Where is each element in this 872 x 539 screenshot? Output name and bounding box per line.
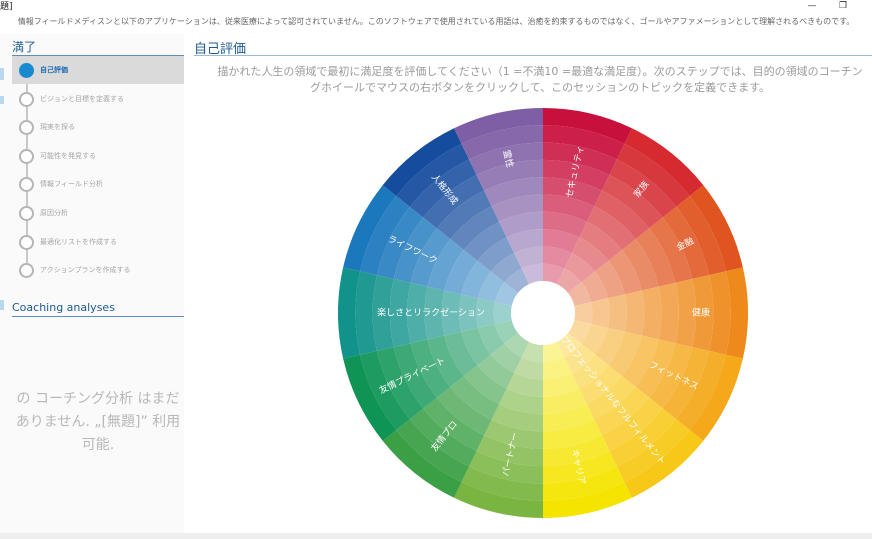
- step-label: ビジョンと目標を定義する: [40, 94, 124, 103]
- step-item[interactable]: ビジョンと目標を定義する: [12, 85, 184, 113]
- wheel-ring-cell[interactable]: [624, 290, 645, 336]
- step-circle-icon: [19, 120, 34, 136]
- step-circle-icon: [19, 91, 34, 107]
- wheel-ring-cell[interactable]: [658, 282, 679, 344]
- step-item[interactable]: 現実を探る: [12, 113, 184, 141]
- panel-marker: [0, 300, 4, 310]
- step-circle-icon: [19, 206, 34, 221]
- step-active-icon: [19, 63, 34, 78]
- step-item[interactable]: 最適化リストを作成する: [12, 228, 184, 256]
- title-bar: 題] — ❐: [0, 0, 872, 14]
- step-circle-icon: [19, 263, 34, 279]
- step-circle-icon: [19, 177, 34, 193]
- empty-analyses-message: の コーチング分析 はまだありません. „[無題]” 利用可能.: [15, 391, 181, 453]
- section-divider: [12, 316, 184, 317]
- wheel-ring-cell[interactable]: [607, 294, 627, 332]
- analyses-section-title: Coaching analyses: [12, 301, 115, 314]
- wheel-center: [511, 281, 575, 345]
- step-label: 情報フィールド分析: [40, 180, 103, 189]
- step-label: 最適化リストを作成する: [40, 237, 117, 246]
- restore-icon[interactable]: ❐: [835, 0, 851, 12]
- step-item[interactable]: 可能性を発見する: [12, 142, 184, 170]
- step-label: 自己評価: [40, 66, 68, 74]
- panel-marker: [0, 68, 4, 80]
- step-label: 原因分析: [40, 209, 68, 217]
- step-item[interactable]: アクションプランを作成する: [12, 256, 184, 284]
- wheel-ring-cell[interactable]: [641, 286, 662, 340]
- instructions-line-2: グホイールでマウスの右ボタンをクリックして、このセッションのトピックを定義できま…: [309, 81, 771, 94]
- wheel-ring-cell[interactable]: [493, 302, 512, 324]
- disclaimer-text: 情報フィールドメディスンと以下のアプリケーションは、従来医療によって認可されてい…: [17, 17, 855, 26]
- instructions-line-1: 描かれた人生の領域で最初に満足度を評価してください（1 =不満10 =最適な満足…: [217, 65, 863, 78]
- steps-section-title: 満了: [12, 40, 37, 54]
- step-circle-icon: [19, 148, 34, 164]
- window-title: 題]: [0, 2, 13, 12]
- wheel-ring-cell[interactable]: [574, 302, 593, 324]
- title-divider: [194, 55, 872, 56]
- wheel-segment-label: 健康: [692, 307, 710, 319]
- step-label: 可能性を発見する: [40, 151, 96, 160]
- step-label: アクションプランを作成する: [40, 266, 131, 275]
- minimize-icon[interactable]: —: [804, 0, 820, 12]
- step-item[interactable]: 情報フィールド分析: [12, 170, 184, 198]
- step-item[interactable]: 自己評価: [12, 56, 184, 84]
- wheel-segment-label: 楽しさとリラクゼーション: [377, 307, 485, 319]
- instructions-text: 描かれた人生の領域で最初に満足度を評価してください（1 =不満10 =最適な満足…: [190, 64, 872, 96]
- coaching-wheel[interactable]: セキュリティ 家族金融健康フィットネスプロフェッショナルなフルフィルメントキャリア…: [338, 108, 748, 518]
- panel-marker: [0, 96, 4, 104]
- status-bar: [0, 533, 872, 539]
- step-item[interactable]: 原因分析: [12, 199, 184, 227]
- wheel-ring-cell[interactable]: [591, 298, 610, 328]
- step-label: 現実を探る: [40, 123, 75, 132]
- step-circle-icon: [19, 234, 34, 250]
